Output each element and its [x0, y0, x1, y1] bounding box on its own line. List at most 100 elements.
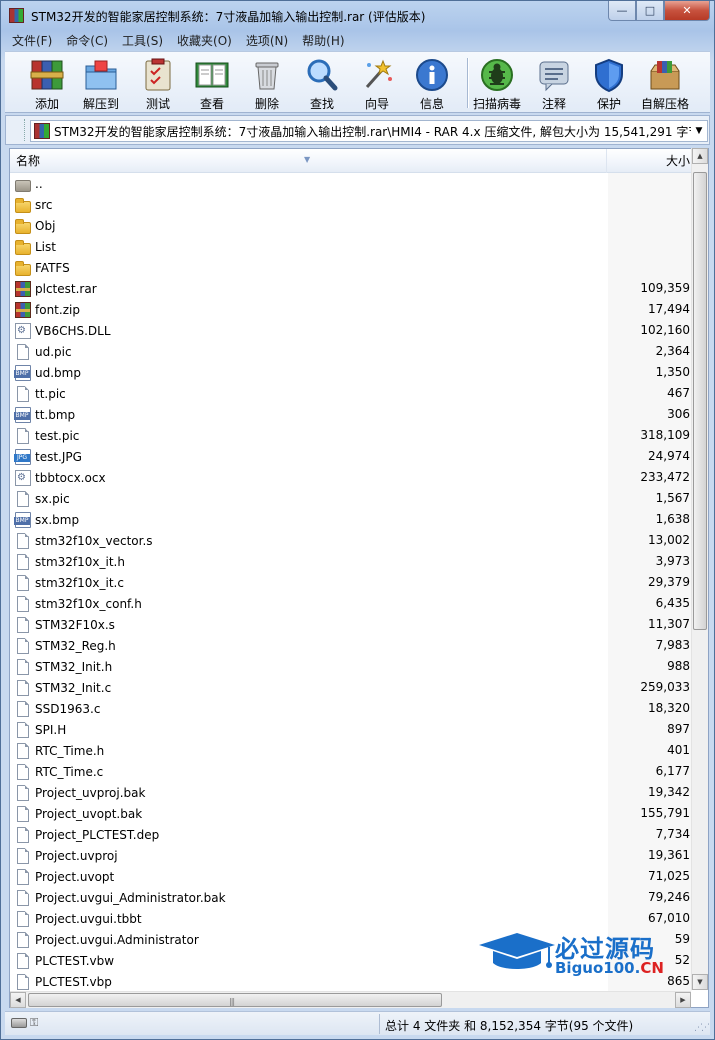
file-row[interactable]: test.JPG 24,974: [10, 446, 692, 467]
status-summary: 总计 4 文件夹 和 8,152,354 字节(95 个文件): [385, 1019, 634, 1033]
file-name: stm32f10x_it.c: [35, 575, 124, 590]
file-row[interactable]: ..: [10, 173, 692, 194]
delete-button[interactable]: 删除: [241, 54, 293, 112]
resize-grip-icon[interactable]: ⋰⋰: [694, 1023, 710, 1033]
view-book-icon: [193, 57, 231, 93]
file-row[interactable]: font.zip 17,494: [10, 299, 692, 320]
maximize-button[interactable]: □: [636, 1, 664, 21]
file-row[interactable]: Obj: [10, 215, 692, 236]
file-row[interactable]: STM32_Init.c 259,033: [10, 677, 692, 698]
comment-button[interactable]: 注释: [528, 54, 580, 112]
file-row[interactable]: STM32_Reg.h 7,983: [10, 635, 692, 656]
view-button[interactable]: 查看: [186, 54, 238, 112]
vertical-scrollbar[interactable]: ▲ ▼: [691, 148, 708, 990]
add-button[interactable]: 添加: [21, 54, 73, 112]
file-row[interactable]: Project_PLCTEST.dep 7,734: [10, 824, 692, 845]
file-row[interactable]: sx.pic 1,567: [10, 488, 692, 509]
document-icon: [17, 658, 29, 675]
file-row[interactable]: stm32f10x_it.h 3,973: [10, 551, 692, 572]
file-name: src: [35, 197, 53, 212]
file-row[interactable]: FATFS: [10, 257, 692, 278]
file-name: plctest.rar: [35, 281, 97, 296]
disk-icon[interactable]: [11, 1018, 27, 1028]
vertical-scroll-thumb[interactable]: [693, 172, 707, 630]
bitmap-file-icon: [14, 511, 31, 528]
file-row[interactable]: SSD1963.c 18,320: [10, 698, 692, 719]
file-row[interactable]: Project.uvgui_Administrator.bak 79,246: [10, 887, 692, 908]
menu-favorites[interactable]: 收藏夹(O): [170, 32, 239, 49]
extract-to-button[interactable]: 解压到: [75, 54, 127, 112]
file-row[interactable]: tt.bmp 306: [10, 404, 692, 425]
file-size: 6,435: [655, 596, 690, 610]
menu-help[interactable]: 帮助(H): [295, 32, 351, 49]
file-row[interactable]: SPI.H 897: [10, 719, 692, 740]
test-button[interactable]: 测试: [132, 54, 184, 112]
file-row[interactable]: tt.pic 467: [10, 383, 692, 404]
file-row[interactable]: Project_uvproj.bak 19,342: [10, 782, 692, 803]
menu-commands[interactable]: 命令(C): [59, 32, 115, 49]
file-row[interactable]: sx.bmp 1,638: [10, 509, 692, 530]
file-size: 19,361: [648, 848, 690, 862]
file-row[interactable]: plctest.rar 109,359: [10, 278, 692, 299]
file-row[interactable]: List: [10, 236, 692, 257]
scroll-right-button[interactable]: ▶: [675, 992, 691, 1008]
horizontal-scrollbar[interactable]: ◀ ||| ▶: [10, 991, 691, 1008]
file-row[interactable]: stm32f10x_conf.h 6,435: [10, 593, 692, 614]
file-row[interactable]: ud.pic 2,364: [10, 341, 692, 362]
file-row[interactable]: Project.uvopt 71,025: [10, 866, 692, 887]
file-row[interactable]: STM32F10x.s 11,307: [10, 614, 692, 635]
file-row[interactable]: RTC_Time.h 401: [10, 740, 692, 761]
document-icon: [17, 574, 29, 591]
minimize-button[interactable]: —: [608, 1, 636, 21]
folder-icon: [15, 239, 31, 255]
file-size: 306: [667, 407, 690, 421]
watermark-site: Biguo100.CN: [555, 959, 664, 977]
column-header-name[interactable]: 名称 ▼: [10, 149, 607, 173]
file-row[interactable]: Project.uvproj 19,361: [10, 845, 692, 866]
file-name: VB6CHS.DLL: [35, 323, 111, 338]
find-button[interactable]: 查找: [296, 54, 348, 112]
address-grip: [24, 119, 29, 141]
file-row[interactable]: RTC_Time.c 6,177: [10, 761, 692, 782]
sfx-box-icon: [646, 57, 684, 93]
file-row[interactable]: test.pic 318,109: [10, 425, 692, 446]
file-row[interactable]: STM32_Init.h 988: [10, 656, 692, 677]
file-size: 1,350: [655, 365, 690, 379]
file-row[interactable]: VB6CHS.DLL 102,160: [10, 320, 692, 341]
address-dropdown-icon[interactable]: ▼: [691, 126, 707, 136]
address-field[interactable]: STM32开发的智能家居控制系统：7寸液晶加输入输出控制.rar\HMI4 - …: [30, 120, 708, 142]
scroll-left-button[interactable]: ◀: [10, 992, 26, 1008]
file-row[interactable]: stm32f10x_vector.s 13,002: [10, 530, 692, 551]
file-row[interactable]: Project_uvopt.bak 155,791: [10, 803, 692, 824]
document-icon: [17, 490, 29, 507]
file-size: 79,246: [648, 890, 690, 904]
close-button[interactable]: ✕: [664, 1, 710, 21]
file-name: stm32f10x_it.h: [35, 554, 125, 569]
title-bar[interactable]: STM32开发的智能家居控制系统：7寸液晶加输入输出控制.rar (评估版本) …: [1, 1, 714, 31]
file-row[interactable]: ud.bmp 1,350: [10, 362, 692, 383]
file-row[interactable]: stm32f10x_it.c 29,379: [10, 572, 692, 593]
file-size: 467: [667, 386, 690, 400]
file-name: Project_uvopt.bak: [35, 806, 143, 821]
horizontal-scroll-thumb[interactable]: |||: [28, 993, 442, 1007]
file-name: SPI.H: [35, 722, 67, 737]
document-icon: [17, 532, 29, 549]
sfx-button[interactable]: 自解压格: [639, 54, 691, 112]
menu-file[interactable]: 文件(F): [5, 32, 59, 49]
file-row[interactable]: tbbtocx.ocx 233,472: [10, 467, 692, 488]
key-icon[interactable]: ⚿: [30, 1016, 38, 1030]
menu-tools[interactable]: 工具(S): [115, 32, 170, 49]
file-name: tbbtocx.ocx: [35, 470, 106, 485]
file-name: sx.pic: [35, 491, 70, 506]
info-button[interactable]: 信息: [406, 54, 458, 112]
scroll-up-button[interactable]: ▲: [692, 148, 708, 164]
file-name: stm32f10x_vector.s: [35, 533, 153, 548]
protect-label: 保护: [596, 97, 621, 111]
file-size: 155,791: [640, 806, 690, 820]
protect-button[interactable]: 保护: [583, 54, 635, 112]
virus-scan-button[interactable]: 扫描病毒: [471, 54, 523, 112]
file-row[interactable]: src: [10, 194, 692, 215]
scroll-down-button[interactable]: ▼: [692, 974, 708, 990]
menu-options[interactable]: 选项(N): [239, 32, 295, 49]
wizard-button[interactable]: 向导: [351, 54, 403, 112]
